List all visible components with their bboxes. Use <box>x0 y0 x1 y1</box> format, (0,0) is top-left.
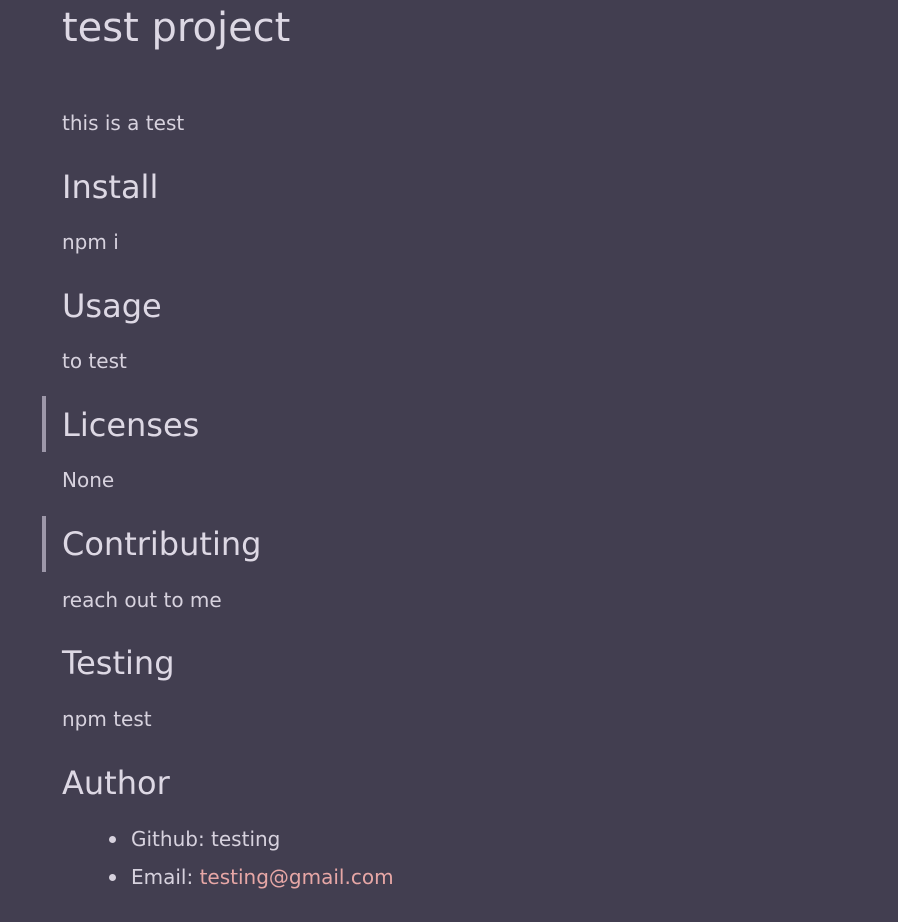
testing-text: npm test <box>62 707 152 731</box>
bullet-icon <box>109 874 116 881</box>
author-list: Github: testing Email: testing@gmail.com <box>0 826 394 902</box>
install-text: npm i <box>62 230 119 254</box>
project-description: this is a test <box>62 111 185 135</box>
contributing-text: reach out to me <box>62 588 222 612</box>
author-heading: Author <box>62 764 170 802</box>
page-title: test project <box>62 5 291 51</box>
contributing-heading: Contributing <box>62 525 262 563</box>
author-email-label: Email: <box>131 865 194 889</box>
author-email-item: Email: testing@gmail.com <box>109 864 394 890</box>
readme-preview: test project this is a test Install npm … <box>0 0 898 922</box>
usage-heading: Usage <box>62 287 162 325</box>
author-github: Github: testing <box>131 827 281 851</box>
testing-heading: Testing <box>62 644 175 682</box>
bullet-icon <box>109 836 116 843</box>
licenses-marker <box>42 396 46 452</box>
contributing-marker <box>42 516 46 572</box>
author-github-item: Github: testing <box>109 826 394 852</box>
author-email-link[interactable]: testing@gmail.com <box>200 865 394 889</box>
licenses-heading: Licenses <box>62 406 200 444</box>
install-heading: Install <box>62 168 159 206</box>
usage-text: to test <box>62 349 127 373</box>
licenses-text: None <box>62 468 115 492</box>
